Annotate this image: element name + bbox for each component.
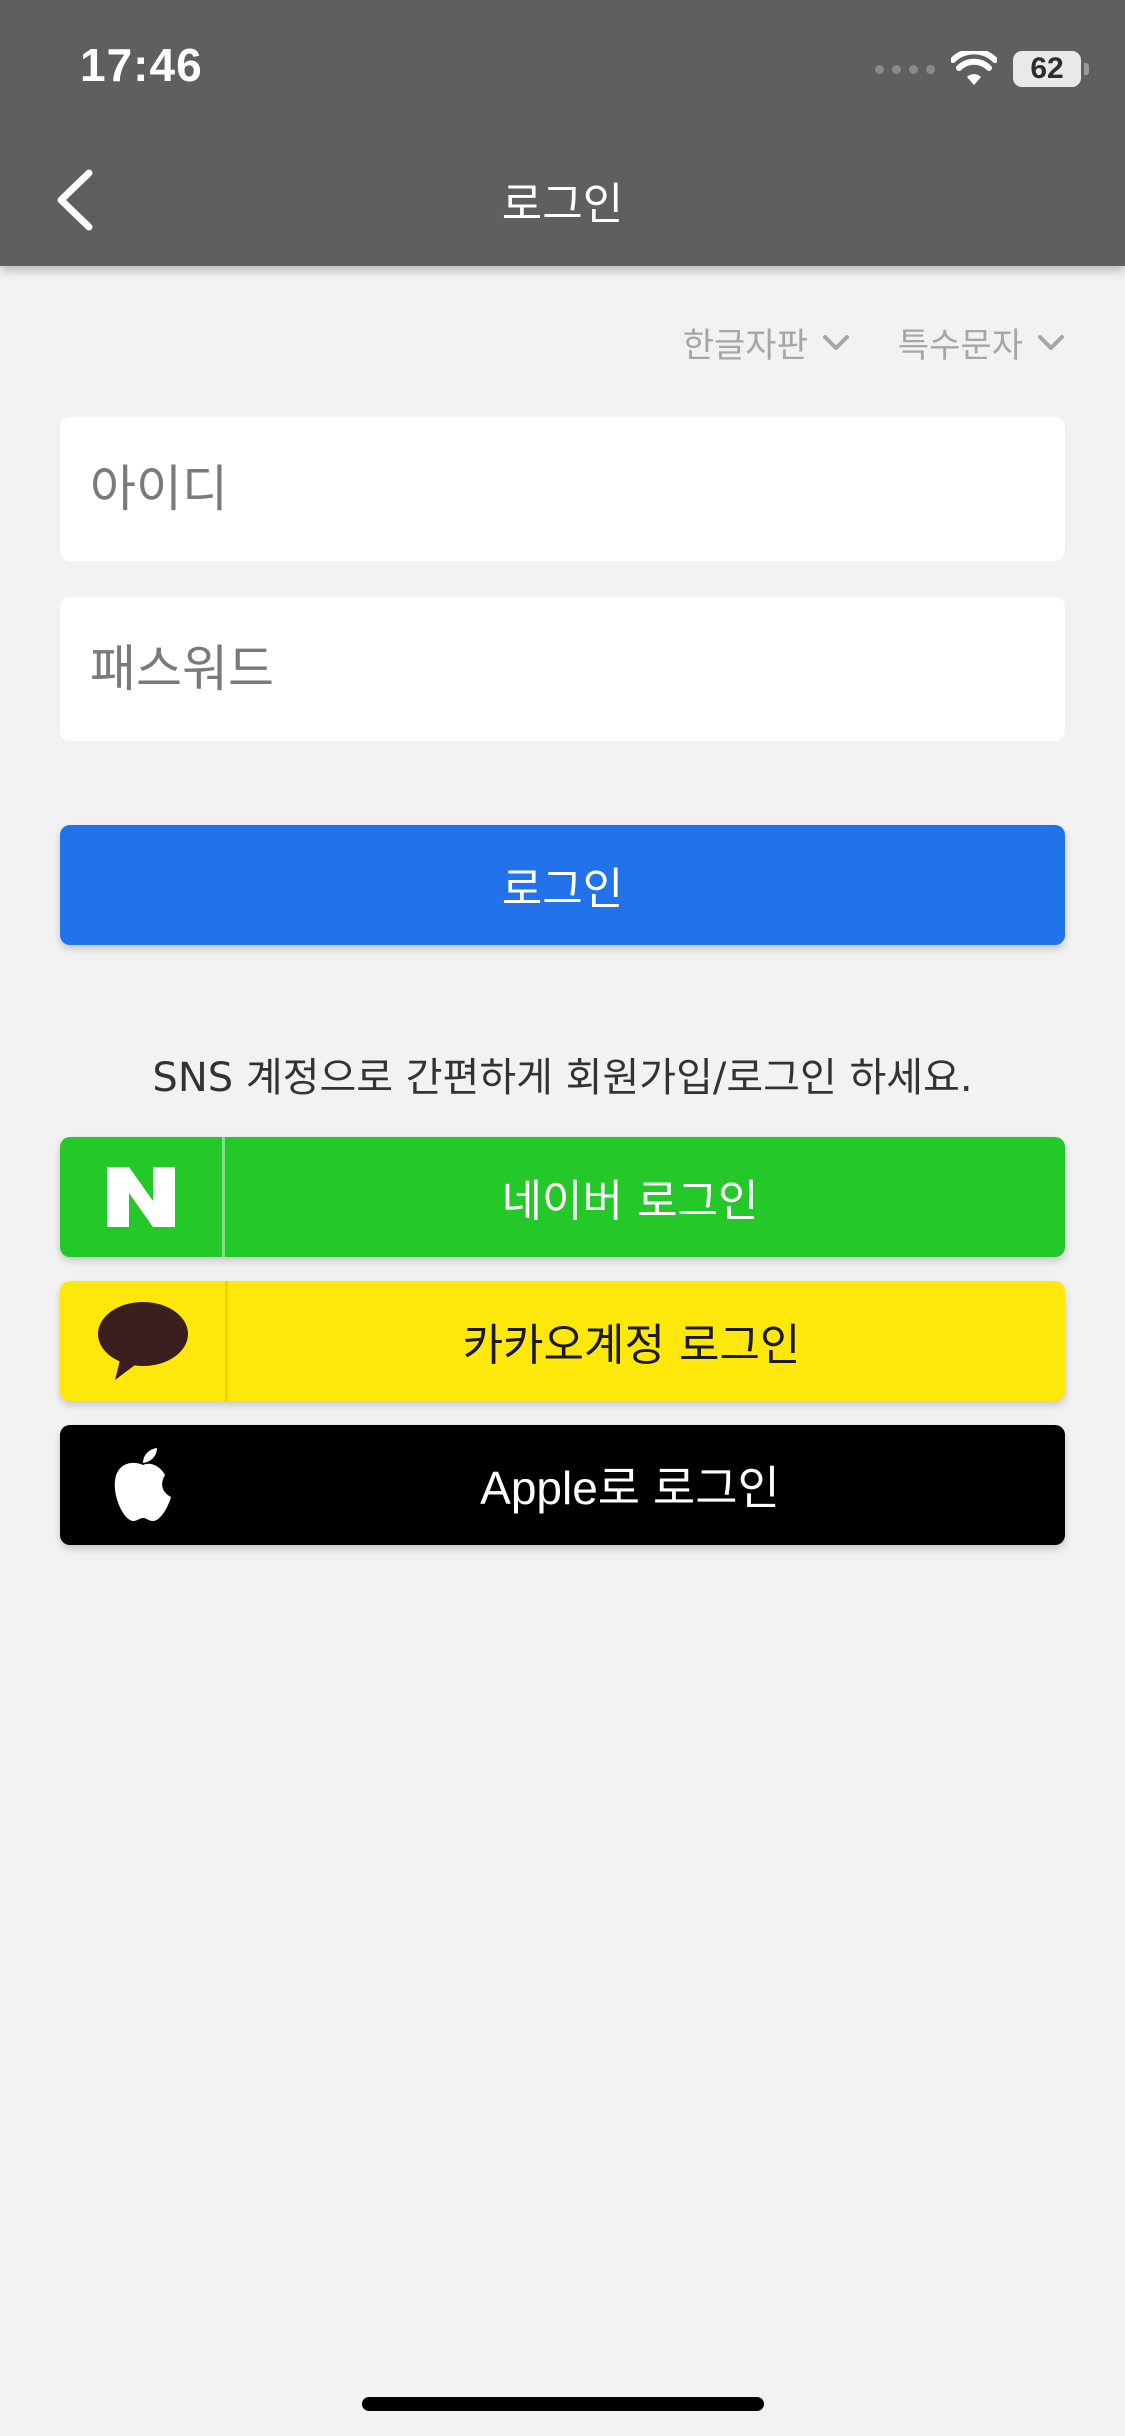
- naver-login-button[interactable]: 네이버 로그인: [60, 1137, 1065, 1257]
- password-input[interactable]: [90, 597, 1065, 741]
- id-field[interactable]: [60, 417, 1065, 561]
- battery-icon: 62: [1013, 51, 1089, 87]
- chevron-down-icon: [1038, 334, 1064, 350]
- kakao-login-label: 카카오계정 로그인: [462, 1320, 801, 1371]
- id-input[interactable]: [90, 417, 1065, 561]
- top-bar: 17:46 62 로그인: [0, 0, 1125, 266]
- apple-icon-box: [60, 1425, 225, 1545]
- login-button[interactable]: 로그인: [60, 825, 1065, 945]
- wifi-icon: [951, 51, 997, 85]
- hangul-keyboard-label: 한글자판: [682, 326, 808, 366]
- status-icons: 62: [875, 48, 1089, 90]
- apple-logo-icon: [114, 1448, 171, 1521]
- chevron-down-icon: [822, 334, 849, 350]
- apple-login-label: Apple로 로그인: [480, 1462, 780, 1514]
- keyboard-options: 한글자판 특수문자: [683, 318, 1065, 367]
- naver-n-icon: [107, 1167, 175, 1227]
- special-chars-dropdown[interactable]: 특수문자: [898, 318, 1065, 367]
- special-chars-label: 특수문자: [897, 326, 1023, 366]
- home-indicator: [362, 2397, 764, 2411]
- status-time: 17:46: [80, 39, 203, 91]
- kakao-bubble-icon: [97, 1302, 188, 1380]
- signal-icon: [875, 64, 935, 74]
- kakao-login-button[interactable]: 카카오계정 로그인: [60, 1281, 1065, 1401]
- naver-login-label: 네이버 로그인: [501, 1176, 759, 1227]
- kakao-icon-box: [60, 1281, 228, 1401]
- hangul-keyboard-dropdown[interactable]: 한글자판: [683, 318, 850, 367]
- sns-prompt: SNS 계정으로 간편하게 회원가입/로그인 하세요.: [152, 1055, 973, 1101]
- battery-level: 62: [1030, 52, 1064, 85]
- apple-login-button[interactable]: Apple로 로그인: [60, 1425, 1065, 1545]
- login-button-label: 로그인: [501, 864, 624, 915]
- password-field[interactable]: [60, 597, 1065, 741]
- page-title: 로그인: [501, 179, 624, 230]
- naver-icon-box: [60, 1137, 225, 1257]
